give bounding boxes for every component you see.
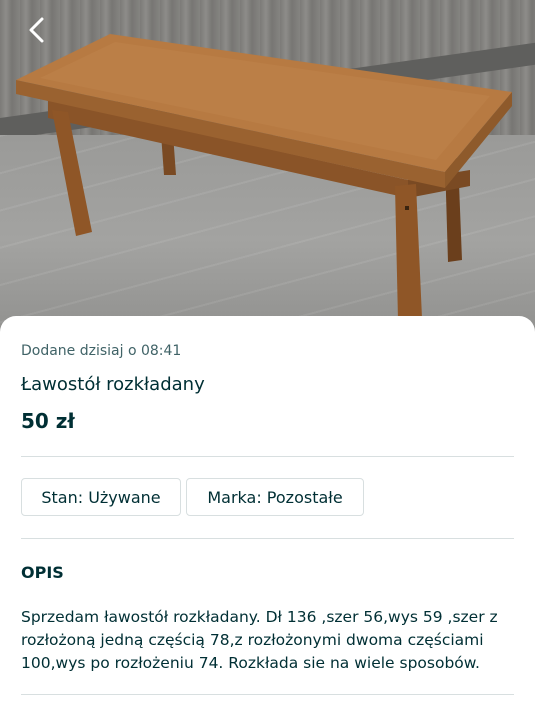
table-illustration <box>16 34 512 320</box>
divider <box>21 538 514 539</box>
listing-photo[interactable] <box>0 0 535 340</box>
description-text: Sprzedam ławostół rozkładany. Dł 136 ,sz… <box>21 608 498 672</box>
listing-title: Ławostół rozkładany <box>21 374 205 395</box>
divider <box>21 456 514 457</box>
param-condition[interactable]: Stan: Używane <box>21 478 181 516</box>
chevron-left-icon[interactable] <box>22 14 54 46</box>
listing-price: 50 zł <box>21 409 75 433</box>
description-heading: OPIS <box>21 563 64 582</box>
posted-date: Dodane dzisiaj o 08:41 <box>21 343 182 359</box>
param-brand[interactable]: Marka: Pozostałe <box>186 478 364 516</box>
divider <box>21 694 514 695</box>
